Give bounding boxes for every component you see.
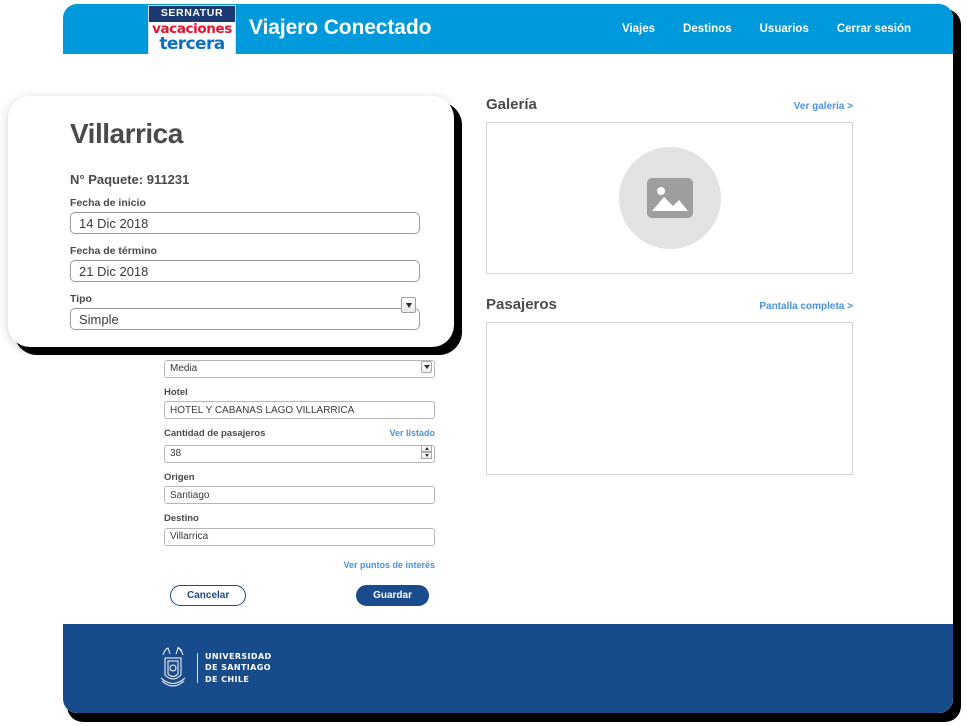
usach-crest-icon <box>160 646 186 687</box>
passengers-list-box[interactable] <box>486 322 853 475</box>
zoom-input-fecha-inicio[interactable] <box>70 212 420 234</box>
trip-detail-form: Tipo temporada Hotel Cantidad de pasajer… <box>164 345 435 606</box>
poi-link-row: Ver puntos de interés <box>164 555 435 573</box>
nav-item-viajes[interactable]: Viajes <box>622 23 655 35</box>
usach-line-3: DE CHILE <box>205 674 250 684</box>
field-cantidad-pasajeros: Cantidad de pasajeros Ver listado <box>164 428 435 463</box>
label-destino: Destino <box>164 513 199 524</box>
image-icon <box>646 178 693 218</box>
link-ver-galeria[interactable]: Ver galeria > <box>794 101 853 112</box>
passengers-title: Pasajeros <box>486 296 557 313</box>
input-cantidad-pasajeros[interactable] <box>164 444 435 463</box>
chevron-down-icon[interactable] <box>421 361 432 373</box>
input-tipo-temporada[interactable] <box>164 359 435 378</box>
label-origen: Origen <box>164 471 195 483</box>
link-ver-listado[interactable]: Ver listado <box>389 428 435 438</box>
usach-name: UNIVERSIDAD DE SANTIAGO DE CHILE <box>205 651 272 686</box>
nav-item-destinos[interactable]: Destinos <box>683 23 732 35</box>
nav-item-usuarios[interactable]: Usuarios <box>760 23 809 35</box>
gallery-box[interactable] <box>486 122 853 274</box>
zoom-label-fecha-inicio: Fecha de inicio <box>70 197 146 209</box>
zoom-chevron-down-icon[interactable] <box>401 297 416 313</box>
form-actions: Cancelar Guardar <box>164 584 435 606</box>
site-footer: UNIVERSIDAD DE SANTIAGO DE CHILE <box>63 624 953 713</box>
usach-line-1: UNIVERSIDAD <box>205 651 272 661</box>
destination-title: Villarrica <box>70 118 183 149</box>
zoom-label-tipo: Tipo <box>70 293 92 305</box>
link-pantalla-completa[interactable]: Pantalla completa > <box>759 301 853 312</box>
header-nav: Viajes Destinos Usuarios Cerrar sesión <box>622 4 911 54</box>
number-stepper-icon[interactable] <box>421 445 432 459</box>
zoom-label-fecha-termino: Fecha de término <box>70 245 157 257</box>
gallery-title: Galería <box>486 96 537 113</box>
right-column: Galería Ver galeria > Pasajeros Pantalla… <box>486 96 853 497</box>
field-tipo-temporada: Tipo temporada <box>164 345 435 378</box>
passengers-header: Pasajeros Pantalla completa > <box>486 296 853 313</box>
magnifier-overlay: Villarrica N° Paquete: 911231 Fecha de i… <box>8 96 454 347</box>
link-ver-puntos-de-interes[interactable]: Ver puntos de interés <box>343 560 435 570</box>
gallery-panel: Galería Ver galeria > <box>486 96 853 274</box>
field-hotel: Hotel <box>164 386 435 419</box>
zoom-input-tipo[interactable] <box>70 308 420 330</box>
input-destino[interactable] <box>164 527 435 546</box>
image-placeholder <box>618 147 721 249</box>
page-title: Viajero Conectado <box>249 16 432 39</box>
cancel-button[interactable]: Cancelar <box>170 584 247 606</box>
gallery-header: Galería Ver galeria > <box>486 96 853 113</box>
package-number: N° Paquete: 911231 <box>70 172 190 187</box>
input-origen[interactable] <box>164 486 435 504</box>
usach-divider <box>197 653 198 683</box>
zoom-field-fecha-inicio: Fecha de inicio <box>70 197 420 234</box>
field-origen: Origen <box>164 471 435 504</box>
zoom-field-fecha-termino: Fecha de término <box>70 245 420 282</box>
save-button[interactable]: Guardar <box>356 584 429 606</box>
nav-item-cerrar-sesion[interactable]: Cerrar sesión <box>837 23 911 35</box>
label-hotel: Hotel <box>164 386 188 398</box>
field-destino: Destino <box>164 513 435 546</box>
magnifier-content: Villarrica N° Paquete: 911231 Fecha de i… <box>70 118 420 341</box>
usach-line-2: DE SANTIAGO <box>205 663 271 673</box>
zoom-input-fecha-termino[interactable] <box>70 260 420 282</box>
passengers-panel: Pasajeros Pantalla completa > <box>486 296 853 475</box>
logo-sernatur-label: SERNATUR <box>149 6 235 22</box>
input-hotel[interactable] <box>164 401 435 419</box>
zoom-field-tipo: Tipo <box>70 293 420 330</box>
label-cantidad-pasajeros: Cantidad de pasajeros <box>164 428 266 439</box>
usach-logo: UNIVERSIDAD DE SANTIAGO DE CHILE <box>156 645 272 691</box>
site-header: SERNATUR vacaciones tercera edad Viajero… <box>63 4 953 77</box>
